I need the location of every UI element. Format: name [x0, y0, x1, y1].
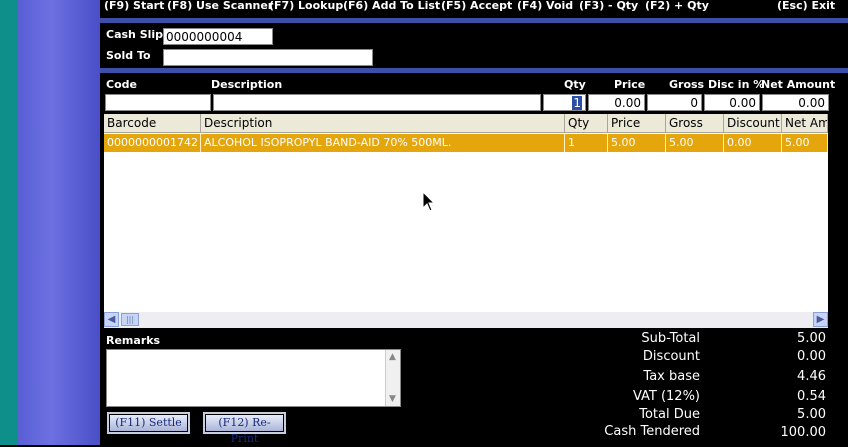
column-header-barcode[interactable]: Barcode	[104, 114, 201, 133]
settle-button[interactable]: (F11) Settle	[107, 412, 190, 434]
column-header-discount[interactable]: Discount	[724, 114, 782, 133]
shortcut-f9-start[interactable]: (F9) Start	[104, 0, 164, 12]
net-amount-label: Net Amount	[761, 78, 836, 91]
description-input[interactable]	[213, 94, 541, 111]
sold-to-field[interactable]	[163, 49, 373, 66]
shortcut-f2-plus-qty[interactable]: (F2) + Qty	[645, 0, 709, 12]
qty-selection: 1	[572, 96, 582, 110]
shortcut-f3-minus-qty[interactable]: (F3) - Qty	[579, 0, 638, 12]
subtotal-value: 5.00	[797, 331, 826, 346]
column-header-price[interactable]: Price	[608, 114, 666, 133]
remarks-textarea[interactable]: ▲ ▼	[106, 349, 401, 407]
settle-button-label: (F11) Settle	[110, 415, 187, 431]
net-amount-input[interactable]: 0.00	[762, 94, 829, 111]
taxbase-value: 4.46	[797, 369, 826, 384]
cash-slip-field[interactable]: 0000000004	[163, 28, 273, 45]
shortcut-f5-accept[interactable]: (F5) Accept	[441, 0, 512, 12]
gross-label: Gross	[669, 78, 705, 91]
column-header-description[interactable]: Description	[201, 114, 565, 133]
scroll-right-icon[interactable]: ▶	[813, 312, 828, 327]
sold-to-label: Sold To	[106, 49, 151, 62]
disc-label: Disc in %	[708, 78, 765, 91]
remarks-label: Remarks	[106, 334, 161, 347]
total-due-label: Total Due	[639, 407, 700, 422]
cash-tendered-label: Cash Tendered	[604, 424, 700, 439]
price-input[interactable]: 0.00	[588, 94, 645, 111]
mouse-cursor-icon	[422, 191, 436, 212]
cash-slip-label: Cash Slip	[106, 28, 164, 41]
column-header-net[interactable]: Net Am	[782, 114, 828, 133]
window-sidebar	[18, 0, 100, 445]
discount-label: Discount	[642, 349, 700, 364]
column-header-qty[interactable]: Qty	[565, 114, 608, 133]
discount-value: 0.00	[797, 349, 826, 364]
divider-bar	[100, 68, 848, 73]
column-header-gross[interactable]: Gross	[666, 114, 724, 133]
scroll-up-icon[interactable]: ▲	[386, 350, 399, 364]
table-cell-discount[interactable]: 0.00	[724, 134, 782, 152]
price-label: Price	[614, 78, 646, 91]
code-label: Code	[106, 78, 137, 91]
remarks-scrollbar[interactable]: ▲ ▼	[385, 350, 400, 406]
qty-label: Qty	[564, 78, 586, 91]
total-due-value: 5.00	[797, 407, 826, 422]
shortcut-f8-scanner[interactable]: (F8) Use Scanner	[167, 0, 273, 12]
shortcut-f7-lookup[interactable]: (F7) Lookup	[269, 0, 343, 12]
reprint-button-label: (F12) Re-Print	[206, 415, 283, 445]
code-input[interactable]	[105, 94, 211, 111]
table-cell-gross[interactable]: 5.00	[666, 134, 724, 152]
table-cell-description[interactable]: ALCOHOL ISOPROPYL BAND-AID 70% 500ML.	[201, 134, 565, 152]
cash-tendered-value: 100.00	[780, 425, 827, 440]
table-cell-barcode[interactable]: 0000000001742	[104, 134, 201, 152]
gross-input[interactable]: 0	[647, 94, 702, 111]
description-label: Description	[211, 78, 283, 91]
table-cell-price[interactable]: 5.00	[608, 134, 666, 152]
shortcut-f4-void[interactable]: (F4) Void	[517, 0, 573, 12]
table-cell-qty[interactable]: 1	[565, 134, 608, 152]
divider-bar	[100, 18, 848, 23]
shortcut-esc-exit[interactable]: (Esc) Exit	[777, 0, 835, 12]
shortcut-f6-add[interactable]: (F6) Add To List	[343, 0, 440, 12]
disc-input[interactable]: 0.00	[704, 94, 760, 111]
pos-window: (F9) Start (F8) Use Scanner (F7) Lookup …	[100, 0, 848, 445]
shortcut-bar: (F9) Start (F8) Use Scanner (F7) Lookup …	[100, 0, 848, 16]
horizontal-scrollbar[interactable]: ◀ ||| ▶	[104, 312, 828, 328]
scroll-down-icon[interactable]: ▼	[386, 392, 399, 406]
desktop-background	[0, 0, 18, 445]
vat-value: 0.54	[797, 389, 826, 404]
items-table: Barcode Description Qty Price Gross Disc…	[104, 114, 828, 328]
vat-label: VAT (12%)	[632, 389, 700, 404]
qty-input[interactable]: 1	[543, 94, 586, 111]
subtotal-label: Sub-Total	[641, 331, 700, 346]
taxbase-label: Tax base	[643, 369, 700, 384]
scroll-left-icon[interactable]: ◀	[104, 312, 119, 327]
scroll-thumb[interactable]: |||	[121, 313, 139, 326]
reprint-button[interactable]: (F12) Re-Print	[203, 412, 286, 445]
table-cell-net[interactable]: 5.00	[782, 134, 828, 152]
